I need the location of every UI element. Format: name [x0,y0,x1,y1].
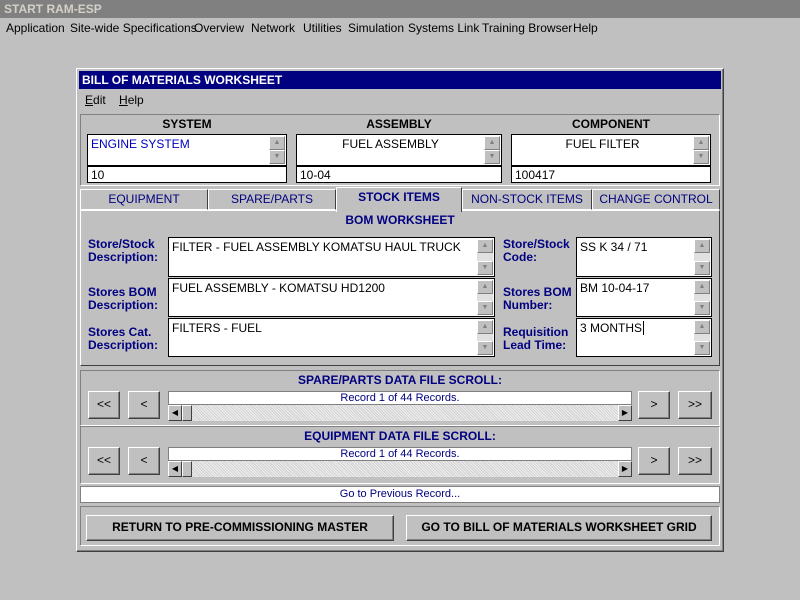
equipment-scroll-title: EQUIPMENT DATA FILE SCROLL: [304,429,496,443]
equipment-last-record-button[interactable]: >> [678,447,712,475]
menu-site-wide-specifications[interactable]: Site-wide Specifications [70,21,197,35]
store-stock-description-field[interactable]: FILTER - FUEL ASSEMBLY KOMATSU HAUL TRUC… [168,237,495,277]
scroll-left-arrow-icon[interactable]: ◀ [168,405,182,421]
text-cursor [643,321,645,335]
stores-bom-description-label: Stores BOM Description: [88,285,159,312]
equipment-prev-record-button[interactable]: < [128,447,160,475]
store-stock-code-field[interactable]: SS K 34 / 71 ▲ ▼ [576,237,712,277]
store-stock-code-label: Store/Stock Code: [503,237,570,264]
scroll-right-arrow-icon[interactable]: ▶ [618,405,632,421]
scroll-thumb[interactable] [182,405,192,421]
spare-record-scrollbar[interactable]: ◀ ▶ [168,405,632,421]
system-name-field[interactable]: ENGINE SYSTEM ▲ ▼ [87,134,287,166]
spare-record-indicator: Record 1 of 44 Records. [168,391,632,405]
window-menu-help[interactable]: Help [119,93,144,107]
spare-first-record-button[interactable]: << [88,391,120,419]
spare-next-record-button[interactable]: > [638,391,670,419]
equipment-first-record-button[interactable]: << [88,447,120,475]
assembly-name-field[interactable]: FUEL ASSEMBLY ▲ ▼ [296,134,502,166]
status-message: Go to Previous Record... [80,486,720,503]
scroll-left-arrow-icon[interactable]: ◀ [168,461,182,477]
stores-bom-description-field[interactable]: FUEL ASSEMBLY - KOMATSU HD1200 ▲ ▼ [168,278,495,317]
menu-training-browser[interactable]: Training Browser [482,21,572,35]
app-menu-bar: Application Site-wide Specifications Ove… [0,18,800,38]
system-header: SYSTEM [162,117,212,131]
assembly-name-scrollbar[interactable]: ▲ ▼ [484,136,500,164]
component-name-scrollbar[interactable]: ▲ ▼ [693,136,709,164]
assembly-header: ASSEMBLY [366,117,432,131]
menu-systems-link[interactable]: Systems Link [408,21,479,35]
menu-simulation[interactable]: Simulation [348,21,404,35]
stores-bom-number-field[interactable]: BM 10-04-17 ▲ ▼ [576,278,712,317]
equipment-next-record-button[interactable]: > [638,447,670,475]
stores-bom-number-label: Stores BOM Number: [503,285,572,312]
store-stock-code-scrollbar[interactable]: ▲ ▼ [694,239,710,275]
menu-application[interactable]: Application [6,21,65,35]
worksheet-title: BOM WORKSHEET [345,213,455,227]
tab-change-control[interactable]: CHANGE CONTROL [592,189,720,210]
assembly-code-field[interactable]: 10-04 [296,166,502,183]
component-header: COMPONENT [572,117,650,131]
go-to-bom-grid-button[interactable]: GO TO BILL OF MATERIALS WORKSHEET GRID [406,515,712,541]
window-menu-bar: Edit Help [85,93,154,107]
window-menu-edit[interactable]: Edit [85,93,106,107]
menu-overview[interactable]: Overview [194,21,244,35]
window-title: BILL OF MATERIALS WORKSHEET [79,71,721,89]
stores-cat-description-field[interactable]: FILTERS - FUEL ▲ ▼ [168,318,495,357]
tab-non-stock-items[interactable]: NON-STOCK ITEMS [462,189,592,210]
tab-spare-parts[interactable]: SPARE/PARTS [208,189,336,210]
system-code-field[interactable]: 10 [87,166,287,183]
equipment-record-indicator: Record 1 of 44 Records. [168,447,632,461]
stores-bom-number-scrollbar[interactable]: ▲ ▼ [694,280,710,315]
spare-parts-scroll-title: SPARE/PARTS DATA FILE SCROLL: [298,373,502,387]
component-name-field[interactable]: FUEL FILTER ▲ ▼ [511,134,711,166]
spare-prev-record-button[interactable]: < [128,391,160,419]
requisition-lead-time-field[interactable]: 3 MONTHS ▲ ▼ [576,318,712,357]
requisition-lead-time-scrollbar[interactable]: ▲ ▼ [694,320,710,355]
spare-last-record-button[interactable]: >> [678,391,712,419]
menu-utilities[interactable]: Utilities [303,21,342,35]
tab-stock-items[interactable]: STOCK ITEMS [336,187,462,212]
scroll-right-arrow-icon[interactable]: ▶ [618,461,632,477]
stores-cat-description-scrollbar[interactable]: ▲ ▼ [477,320,493,355]
stores-cat-description-label: Stores Cat. Description: [88,325,159,352]
menu-network[interactable]: Network [251,21,295,35]
system-name-scrollbar[interactable]: ▲ ▼ [269,136,285,164]
component-code-field[interactable]: 100417 [511,166,711,183]
return-to-pre-commissioning-button[interactable]: RETURN TO PRE-COMMISSIONING MASTER [86,515,394,541]
menu-help[interactable]: Help [573,21,598,35]
scroll-thumb[interactable] [182,461,192,477]
equipment-record-scrollbar[interactable]: ◀ ▶ [168,461,632,477]
tab-equipment[interactable]: EQUIPMENT [80,189,208,210]
store-stock-description-scrollbar[interactable]: ▲ ▼ [477,239,493,275]
store-stock-description-label: Store/Stock Description: [88,237,159,264]
app-title-bar: START RAM-ESP [0,0,800,18]
stores-bom-description-scrollbar[interactable]: ▲ ▼ [477,280,493,315]
requisition-lead-time-label: Requisition Lead Time: [503,325,569,352]
